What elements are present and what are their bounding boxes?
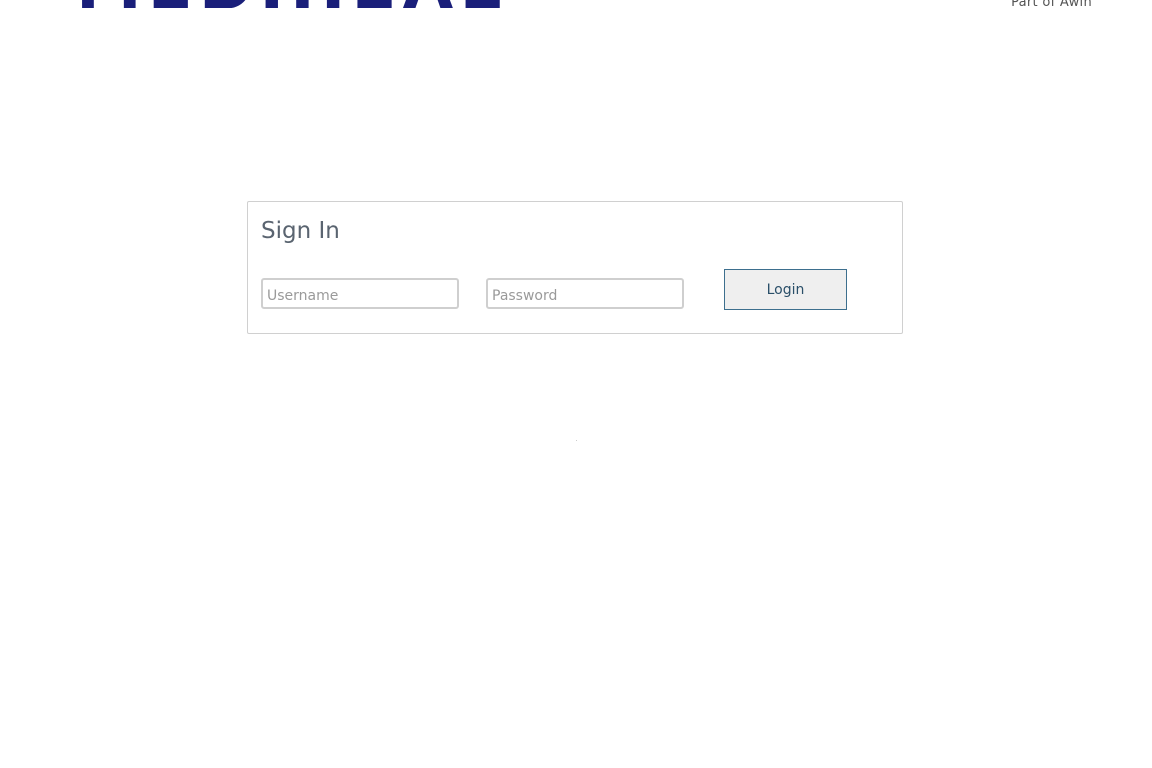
signin-panel: Sign In Login — [247, 201, 903, 334]
brand-logo: MEDIHEAL — [76, 0, 506, 8]
signin-title: Sign In — [261, 218, 340, 244]
password-input[interactable] — [486, 278, 684, 309]
parent-company-tagline: Part of Awin — [1011, 0, 1092, 10]
username-input[interactable] — [261, 278, 459, 309]
decorative-dot — [576, 440, 577, 441]
brand-logo-text: MEDIHEAL — [76, 0, 506, 8]
login-button[interactable]: Login — [724, 269, 847, 310]
login-page: MEDIHEAL Part of Awin Sign In Login — [0, 0, 1152, 768]
